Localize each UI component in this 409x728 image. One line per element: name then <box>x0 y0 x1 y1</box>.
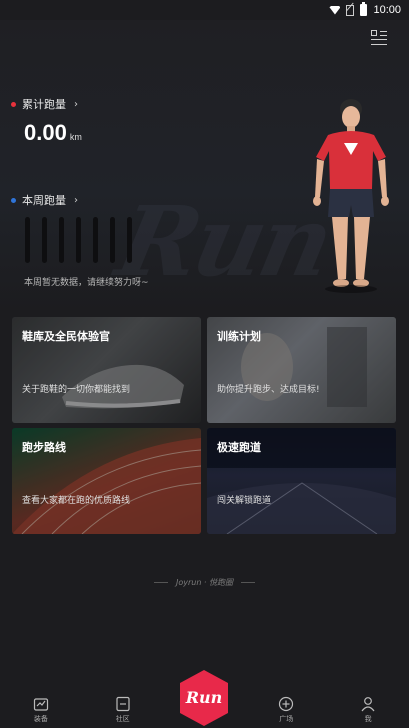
distance-unit: km <box>69 132 82 142</box>
card-running-routes[interactable]: 跑步路线 查看大家都在跑的优质路线 <box>12 428 201 534</box>
week-bar <box>127 217 132 263</box>
card-title: 鞋库及全民体验官 <box>22 330 110 343</box>
run-label: Run <box>185 688 223 707</box>
week-bar <box>25 217 30 263</box>
blue-dot-icon <box>11 197 16 203</box>
brand-footer: Joyrun · 悦跑圈 <box>0 577 409 588</box>
status-time: 10:00 <box>373 4 401 16</box>
chevron-right-icon: › <box>74 194 78 206</box>
week-bar-chart <box>25 217 145 263</box>
week-bar <box>42 217 47 263</box>
total-distance-label: 累计跑量 <box>22 98 66 111</box>
tab-plaza[interactable]: 广场 <box>256 696 316 724</box>
tab-label: 装备 <box>33 715 48 723</box>
card-subtitle: 闯关解锁跑道 <box>217 496 272 506</box>
card-subtitle: 关于跑鞋的一切你都能找到 <box>22 385 131 395</box>
card-title: 跑步路线 <box>22 441 66 454</box>
card-title: 极速跑道 <box>217 441 261 454</box>
card-subtitle: 查看大家都在跑的优质路线 <box>22 496 131 506</box>
tab-equipment[interactable]: 装备 <box>11 696 71 724</box>
battery-icon <box>360 2 368 16</box>
plaza-icon <box>279 696 294 712</box>
total-distance-link[interactable]: 累计跑量 › <box>11 96 78 112</box>
card-title: 训练计划 <box>217 330 261 343</box>
total-distance-value: 0.00 km <box>24 120 82 146</box>
card-speed-track[interactable]: 极速跑道 闯关解锁跑道 <box>207 428 396 534</box>
card-training-plan[interactable]: 训练计划 助你提升跑步、达成目标! <box>207 317 396 423</box>
run-button[interactable]: Run <box>177 668 231 728</box>
tab-profile[interactable]: 我 <box>338 696 398 724</box>
card-shoe-library[interactable]: 鞋库及全民体验官 关于跑鞋的一切你都能找到 <box>12 317 201 423</box>
stats-hero: Run 累计跑量 › 0.00 km 本周跑量 › 本周暂无数据，请继续努力呀~ <box>0 20 409 310</box>
chevron-right-icon: › <box>74 98 78 110</box>
week-bar <box>59 217 64 263</box>
tab-community[interactable]: 社区 <box>93 696 153 724</box>
tab-label: 我 <box>364 715 372 723</box>
equipment-icon <box>33 698 48 711</box>
card-subtitle: 助你提升跑步、达成目标! <box>217 385 320 395</box>
week-bar <box>76 217 81 263</box>
week-distance-label: 本周跑量 <box>22 194 66 207</box>
community-icon <box>116 696 130 712</box>
runner-avatar[interactable] <box>308 97 394 297</box>
grid-icon <box>371 30 377 36</box>
week-distance-link[interactable]: 本周跑量 › <box>11 192 78 208</box>
week-empty-hint: 本周暂无数据，请继续努力呀~ <box>24 278 149 288</box>
red-dot-icon <box>11 101 16 107</box>
tab-label: 社区 <box>115 715 130 723</box>
status-bar: 10:00 <box>0 0 409 20</box>
profile-icon <box>361 697 375 712</box>
tab-label: 广场 <box>279 715 294 723</box>
brand-text: Joyrun · 悦跑圈 <box>175 578 234 587</box>
wifi-icon <box>329 5 341 15</box>
week-bar <box>93 217 98 263</box>
week-bar <box>110 217 115 263</box>
no-sim-icon <box>346 4 355 16</box>
total-distance-number: 0.00 <box>24 120 67 145</box>
layout-switch-button[interactable] <box>371 30 387 46</box>
